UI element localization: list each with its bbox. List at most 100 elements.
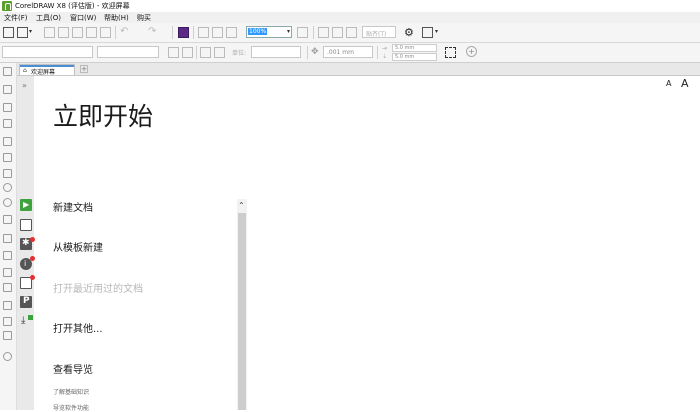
show-guidelines-icon[interactable]: [346, 27, 357, 38]
property-bar: 单位: ✥ .001 mm ⇥ 5.0 mm ⇣ 5.0 mm +: [0, 43, 700, 63]
new-document-icon[interactable]: [3, 27, 14, 38]
open-recent-link[interactable]: 打开最近用过的文档: [53, 280, 143, 295]
font-size-large-button[interactable]: A: [681, 77, 689, 90]
parallel-dimension-tool-icon[interactable]: [3, 234, 12, 243]
menu-tools[interactable]: 工具(O): [36, 13, 61, 23]
ellipse-tool-icon[interactable]: [3, 183, 12, 192]
publish-pdf-icon[interactable]: [226, 27, 237, 38]
coreldraw-logo-icon: [2, 1, 12, 11]
snap-to-label: 贴齐(T): [366, 31, 387, 38]
options-gear-icon[interactable]: ⚙: [404, 26, 415, 39]
interactive-fill-tool-icon[interactable]: [3, 317, 12, 326]
rectangle-tool-icon[interactable]: [3, 169, 12, 178]
workspace-monitor-icon[interactable]: [20, 219, 32, 231]
landscape-icon[interactable]: [182, 47, 193, 58]
undo-icon[interactable]: ↶: [120, 26, 131, 37]
collapse-panel-icon[interactable]: »: [22, 81, 27, 90]
paste-icon[interactable]: [100, 27, 111, 38]
snap-to-dropdown[interactable]: 贴齐(T): [362, 26, 396, 38]
tour-sub-item[interactable]: 了解基础知识: [53, 387, 89, 396]
zoom-tool-icon[interactable]: [3, 119, 12, 128]
quick-customize-add-icon[interactable]: +: [466, 46, 477, 57]
duplicate-y-field[interactable]: 5.0 mm: [392, 53, 437, 61]
units-label: 单位:: [232, 50, 247, 57]
smart-fill-tool-icon[interactable]: [3, 331, 12, 340]
add-tool-icon[interactable]: [3, 352, 12, 361]
search-content-icon[interactable]: [178, 27, 189, 38]
treat-as-filled-icon[interactable]: [445, 47, 456, 58]
print-icon[interactable]: [58, 27, 69, 38]
add-tab-button[interactable]: +: [80, 65, 88, 73]
toolbar-separator: [115, 26, 116, 39]
artistic-media-tool-icon[interactable]: [3, 153, 12, 162]
standard-toolbar: ▾ ↶ ↷ 100% ▾ 贴齐(T) ⚙ ▾: [0, 23, 700, 43]
page-size-dropdown[interactable]: [2, 46, 93, 58]
zoom-value: 100%: [248, 28, 268, 35]
menu-bar: 文件(F) 工具(O) 窗口(W) 帮助(H) 购买: [0, 12, 700, 23]
toolbar-separator: [313, 26, 314, 39]
menu-window[interactable]: 窗口(W): [70, 13, 96, 23]
units-dropdown[interactable]: [251, 46, 301, 58]
get-started-play-icon[interactable]: ▶: [20, 199, 32, 211]
toolbox: [0, 63, 17, 410]
duplicate-y-icon: ⇣: [382, 53, 388, 60]
export-icon[interactable]: [212, 27, 223, 38]
duplicate-y-value: 5.0 mm: [395, 54, 415, 60]
freehand-tool-icon[interactable]: [3, 137, 12, 146]
crop-tool-icon[interactable]: [3, 103, 12, 112]
eyedropper-tool-icon[interactable]: [3, 301, 12, 310]
tour-sub-item[interactable]: 导览软件功能: [53, 403, 89, 412]
chevron-down-icon: ▾: [286, 28, 290, 35]
toolbar-separator: [307, 46, 308, 59]
shape-tool-icon[interactable]: [3, 85, 12, 94]
scroll-up-icon[interactable]: ⌃: [238, 201, 245, 210]
page-width-field[interactable]: [97, 46, 159, 58]
text-tool-icon[interactable]: [3, 215, 12, 224]
cut-icon[interactable]: [72, 27, 83, 38]
scrollbar-thumb[interactable]: [238, 213, 246, 410]
open-other-link[interactable]: 打开其他...: [53, 320, 103, 335]
copy-icon[interactable]: [86, 27, 97, 38]
view-tour-link[interactable]: 查看导览: [53, 361, 93, 376]
menu-buy[interactable]: 购买: [137, 13, 151, 23]
open-dropdown-icon[interactable]: ▾: [29, 28, 40, 39]
all-pages-icon[interactable]: [200, 47, 211, 58]
duplicate-x-field[interactable]: 5.0 mm: [392, 44, 437, 52]
nudge-distance-value: .001 mm: [327, 49, 354, 56]
import-icon[interactable]: [198, 27, 209, 38]
nudge-distance-field[interactable]: .001 mm: [323, 46, 373, 58]
open-folder-icon[interactable]: [17, 27, 28, 38]
upgrade-p-icon[interactable]: P: [20, 296, 32, 308]
duplicate-x-value: 5.0 mm: [395, 45, 415, 51]
portrait-icon[interactable]: [168, 47, 179, 58]
connector-tool-icon[interactable]: [3, 251, 12, 260]
polygon-tool-icon[interactable]: [3, 198, 12, 207]
launcher-chevron-down-icon[interactable]: ▾: [435, 28, 446, 39]
zoom-level-select[interactable]: 100% ▾: [246, 26, 292, 38]
home-icon: ⌂: [23, 67, 27, 74]
full-screen-icon[interactable]: [297, 27, 308, 38]
font-size-small-button[interactable]: A: [666, 79, 671, 88]
show-rulers-icon[interactable]: [318, 27, 329, 38]
toolbar-separator: [196, 46, 197, 59]
nudge-icon: ✥: [311, 47, 319, 57]
toolbar-separator: [172, 26, 173, 39]
tab-label: 欢迎屏幕: [31, 69, 56, 76]
save-icon[interactable]: [44, 27, 55, 38]
current-page-icon[interactable]: [214, 47, 225, 58]
drop-shadow-tool-icon[interactable]: [3, 268, 12, 277]
new-from-template-link[interactable]: 从模板新建: [53, 239, 103, 254]
notification-badge: [30, 237, 35, 242]
application-launcher-icon[interactable]: [422, 27, 433, 38]
show-grid-icon[interactable]: [332, 27, 343, 38]
new-document-link[interactable]: 新建文档: [53, 199, 93, 214]
pick-tool-icon[interactable]: [3, 67, 12, 76]
title-bar: CorelDRAW X8 (评估版) - 欢迎屏幕: [0, 0, 700, 12]
list-scrollbar[interactable]: ⌃: [237, 199, 247, 410]
transparency-tool-icon[interactable]: [3, 283, 12, 292]
redo-icon[interactable]: ↷: [148, 26, 159, 37]
window-title: CorelDRAW X8 (评估版) - 欢迎屏幕: [15, 2, 130, 10]
menu-file[interactable]: 文件(F): [4, 13, 28, 23]
menu-help[interactable]: 帮助(H): [104, 13, 129, 23]
tab-welcome-screen[interactable]: ⌂ 欢迎屏幕: [19, 64, 75, 76]
